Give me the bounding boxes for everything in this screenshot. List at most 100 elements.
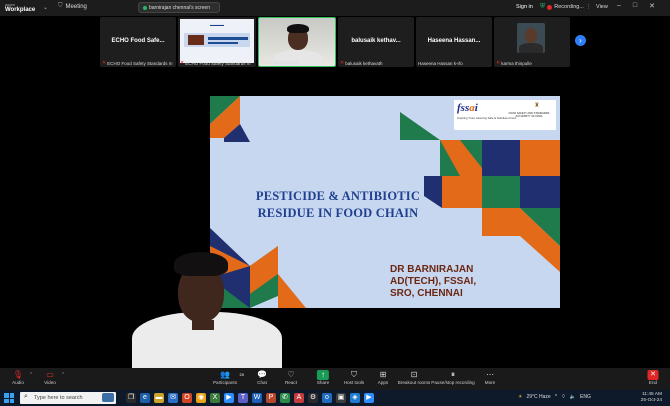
share-status-dot bbox=[143, 5, 147, 10]
mail-icon[interactable]: ✉ bbox=[168, 393, 178, 403]
sign-in-button[interactable]: Sign in bbox=[516, 4, 533, 10]
breakout-rooms-button[interactable]: ⊡ Breakout rooms bbox=[398, 370, 430, 385]
close-icon[interactable]: ✕ bbox=[649, 2, 655, 10]
volume-icon[interactable]: 🔈 bbox=[570, 394, 576, 400]
zoom-icon[interactable]: ▶ bbox=[224, 393, 234, 403]
participant-tile-active-speaker[interactable]: barnirajan chennai bbox=[258, 17, 336, 67]
apps-icon: ⊞ bbox=[379, 370, 387, 379]
edge-icon[interactable]: e bbox=[140, 393, 150, 403]
slide-title-line: PESTICIDE & ANTIBIOTIC bbox=[255, 189, 421, 203]
weather-text[interactable]: 29°C Haze bbox=[526, 394, 550, 400]
word-icon[interactable]: W bbox=[252, 393, 262, 403]
teams-icon[interactable]: T bbox=[238, 393, 248, 403]
minimize-icon[interactable]: – bbox=[617, 2, 621, 10]
maximize-icon[interactable]: □ bbox=[633, 2, 637, 10]
meeting-menu[interactable]: ⛉ Meeting bbox=[58, 3, 87, 10]
end-call-icon: ✕ bbox=[647, 370, 659, 380]
video-options-caret-icon[interactable]: ^ bbox=[62, 372, 64, 378]
more-label: More bbox=[484, 380, 496, 385]
host-tools-button[interactable]: ⛉ Host tools bbox=[344, 370, 364, 385]
language-indicator[interactable]: ENG bbox=[580, 394, 591, 400]
end-label: End bbox=[648, 380, 658, 385]
participant-video bbox=[517, 23, 545, 53]
presenter-camera-overlay[interactable] bbox=[132, 250, 282, 370]
presenter-credentials: DR BARNIRAJAN AD(TECH), FSSAI, SRO, CHEN… bbox=[390, 264, 476, 300]
share-screen-icon: ↑ bbox=[316, 370, 329, 380]
network-icon[interactable]: ⌔ bbox=[561, 394, 566, 400]
task-view-icon[interactable]: ❐ bbox=[126, 393, 136, 403]
participant-tile[interactable]: Haseena Hassan... Haseena Hassan k-rfo bbox=[416, 17, 492, 67]
thumbnail-line bbox=[208, 42, 238, 44]
mic-muted-icon: ✕ bbox=[496, 60, 501, 66]
participant-tile[interactable]: balusaik kethav... ✕ balusaik kethavath bbox=[338, 17, 414, 67]
participant-tile[interactable]: ▬▬▬▬ ✕ ECHO Food Safety Standards m bbox=[178, 17, 256, 67]
presenter-neck bbox=[192, 320, 214, 330]
face bbox=[525, 28, 537, 43]
powerpoint-icon[interactable]: P bbox=[266, 393, 276, 403]
presenter-hair bbox=[174, 252, 228, 276]
more-icon: ⋯ bbox=[486, 370, 494, 379]
video-label: Video bbox=[44, 380, 56, 385]
audio-label: Audio bbox=[12, 380, 24, 385]
breakout-rooms-icon: ⊡ bbox=[410, 370, 418, 379]
participants-label: Participants bbox=[212, 380, 238, 385]
shield-icon: ⛉ bbox=[351, 370, 357, 379]
mic-muted-icon: ✕ bbox=[180, 60, 185, 66]
participant-strip: ECHO Food Safe... ✕ ECHO Food Safety Stan… bbox=[0, 16, 670, 68]
pause-stop-recording-button[interactable]: ⏸ Pause/stop recording bbox=[431, 370, 474, 385]
video-off-icon: ▭ bbox=[46, 370, 54, 379]
tray-overflow-icon[interactable]: ^ bbox=[555, 394, 557, 400]
screen-share-banner[interactable]: barnirajan chennai's screen bbox=[138, 2, 220, 13]
apps-button[interactable]: ⊞ Apps bbox=[378, 370, 388, 385]
fssai-logo: fssai bbox=[457, 102, 478, 114]
presenter-name: DR BARNIRAJAN bbox=[390, 264, 474, 275]
video-button[interactable]: ▭ Video bbox=[44, 370, 56, 385]
audio-button[interactable]: 🎙 Audio bbox=[12, 370, 24, 385]
next-page-arrow-icon[interactable]: › bbox=[575, 35, 586, 46]
file-explorer-icon[interactable]: ▬ bbox=[154, 393, 164, 403]
thumbnail-image bbox=[188, 35, 204, 45]
fssai-logo-text-end: i bbox=[474, 102, 478, 114]
search-icon: ⌕ bbox=[24, 393, 28, 400]
end-meeting-button[interactable]: ✕ End bbox=[647, 370, 659, 385]
excel-icon[interactable]: X bbox=[210, 393, 220, 403]
participant-caption: ECHO Food Safety Standards m bbox=[107, 60, 173, 66]
participant-tile[interactable]: ECHO Food Safe... ✕ ECHO Food Safety Stan… bbox=[100, 17, 176, 67]
participants-button[interactable]: 👥 20 Participants bbox=[212, 370, 244, 385]
app-icon[interactable]: ▣ bbox=[336, 393, 346, 403]
audio-options-caret-icon[interactable]: ^ bbox=[30, 372, 32, 378]
react-button[interactable]: ♡ React bbox=[285, 370, 297, 385]
participant-display-name: balusaik kethav... bbox=[351, 38, 401, 44]
recording-indicator[interactable]: ⛨ Recording... ⋮ bbox=[540, 3, 591, 11]
chrome-icon[interactable]: ◉ bbox=[196, 393, 206, 403]
windows-start-icon[interactable] bbox=[4, 393, 14, 403]
mic-muted-icon: ✕ bbox=[102, 60, 107, 66]
breakout-rooms-label: Breakout rooms bbox=[397, 380, 431, 385]
shirt bbox=[519, 43, 543, 53]
zoom-window-icon[interactable]: ▶ bbox=[364, 393, 374, 403]
participant-caption: ECHO Food Safety Standards m bbox=[185, 60, 251, 66]
more-button[interactable]: ⋯ More bbox=[485, 370, 495, 385]
whatsapp-icon[interactable]: ✆ bbox=[280, 393, 290, 403]
taskbar-clock[interactable]: 11:45 AM 25-Oct-24 bbox=[632, 392, 662, 404]
participant-caption: balusaik kethavath bbox=[345, 60, 383, 66]
app-icon[interactable]: ◈ bbox=[350, 393, 360, 403]
chat-button[interactable]: 💬 Chat bbox=[257, 370, 267, 385]
presenter-title: AD(TECH), FSSAI, bbox=[390, 276, 477, 287]
national-emblem-icon: ♜ bbox=[534, 103, 540, 109]
windows-taskbar: ⌕ Type here to search ❐ e ▬ ✉ O ◉ X ▶ T … bbox=[0, 390, 670, 406]
participant-caption: barnirajan chennai bbox=[261, 60, 299, 65]
pdf-reader-icon[interactable]: A bbox=[294, 393, 304, 403]
more-icon[interactable]: ⋮ bbox=[586, 4, 592, 10]
search-placeholder: Type here to search bbox=[34, 395, 83, 401]
participant-tile[interactable]: ✕ karma thinpulle bbox=[494, 17, 570, 67]
settings-icon[interactable]: ⚙ bbox=[308, 393, 318, 403]
outlook-icon[interactable]: o bbox=[322, 393, 332, 403]
taskbar-search-box[interactable]: ⌕ Type here to search bbox=[20, 392, 116, 404]
office-icon[interactable]: O bbox=[182, 393, 192, 403]
meeting-label: Meeting bbox=[65, 3, 87, 10]
share-button[interactable]: ↑ Share bbox=[317, 370, 329, 385]
chevron-down-icon[interactable]: ⌄ bbox=[43, 4, 48, 11]
microphone-off-icon: 🎙 bbox=[12, 370, 24, 379]
view-button[interactable]: View bbox=[596, 4, 608, 10]
